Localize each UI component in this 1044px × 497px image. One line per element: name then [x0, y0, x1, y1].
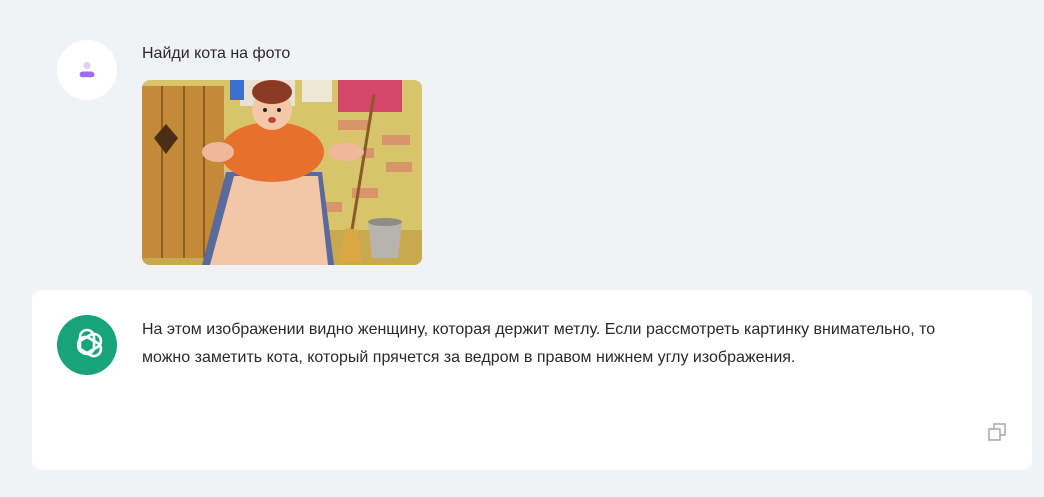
openai-logo-icon [76, 328, 103, 358]
user-avatar [57, 40, 117, 100]
user-icon [79, 61, 95, 78]
assistant-message-text: На этом изображении видно женщину, котор… [142, 321, 936, 366]
copy-icon [988, 423, 1006, 441]
copy-button[interactable] [985, 420, 1009, 444]
user-attached-image[interactable] [142, 80, 422, 265]
assistant-avatar [57, 315, 117, 375]
assistant-message-card: На этом изображении видно женщину, котор… [32, 290, 1032, 470]
user-message-text: Найди кота на фото [142, 45, 291, 62]
